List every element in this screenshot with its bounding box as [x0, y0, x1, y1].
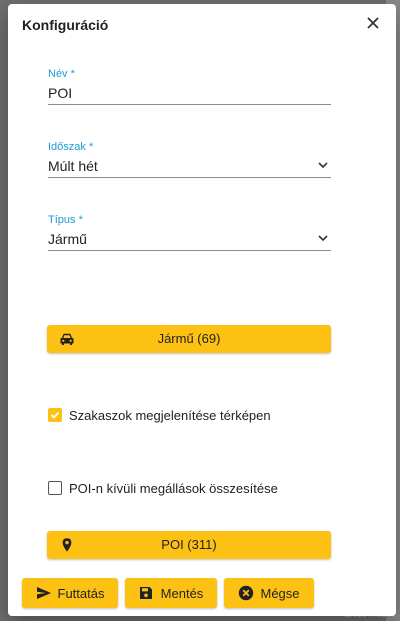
cancel-button-label: Mégse: [260, 585, 300, 601]
floppy-disk-icon: [139, 585, 155, 601]
name-input[interactable]: POI: [48, 82, 331, 105]
name-input-value: POI: [48, 85, 73, 101]
summarize-stops-checkbox[interactable]: POI-n kívüli megállások összesítése: [48, 479, 278, 497]
send-icon: [36, 585, 52, 601]
type-select-label: Típus *: [48, 214, 83, 226]
vehicle-selection-button[interactable]: Jármű (69): [47, 325, 331, 353]
type-select[interactable]: Típus * Jármű: [48, 214, 331, 251]
save-button-label: Mentés: [160, 585, 204, 601]
cancel-circle-icon: [238, 585, 254, 601]
type-select-value[interactable]: Jármű: [48, 228, 331, 251]
period-select[interactable]: Időszak * Múlt hét: [48, 141, 331, 178]
period-select-value[interactable]: Múlt hét: [48, 155, 331, 178]
run-button-label: Futtatás: [57, 585, 105, 601]
poi-selection-button[interactable]: POI (311): [47, 531, 331, 559]
close-icon: [367, 17, 379, 29]
vehicle-selection-label: Jármű (69): [157, 331, 221, 346]
checkbox-unchecked[interactable]: [48, 481, 62, 495]
cancel-button[interactable]: Mégse: [224, 578, 314, 608]
type-select-text: Jármű: [48, 231, 87, 247]
period-select-label: Időszak *: [48, 141, 94, 153]
dialog-title: Konfiguráció: [22, 17, 109, 33]
period-select-text: Múlt hét: [48, 158, 98, 174]
chevron-down-icon: [318, 162, 328, 169]
configuration-dialog: Konfiguráció Név * POI Időszak * Múlt hé…: [8, 4, 396, 616]
show-segments-checkbox[interactable]: Szakaszok megjelenítése térképen: [48, 406, 271, 424]
checkbox-checked[interactable]: [48, 408, 62, 422]
chevron-down-icon: [318, 235, 328, 242]
show-segments-label: Szakaszok megjelenítése térképen: [69, 407, 271, 423]
save-button[interactable]: Mentés: [125, 578, 217, 608]
check-icon: [50, 411, 60, 419]
close-button[interactable]: [362, 12, 384, 34]
run-button[interactable]: Futtatás: [22, 578, 118, 608]
summarize-stops-label: POI-n kívüli megállások összesítése: [69, 480, 278, 496]
name-field-label: Név *: [48, 68, 75, 80]
poi-selection-label: POI (311): [161, 537, 217, 552]
name-field[interactable]: Név * POI: [48, 68, 331, 105]
